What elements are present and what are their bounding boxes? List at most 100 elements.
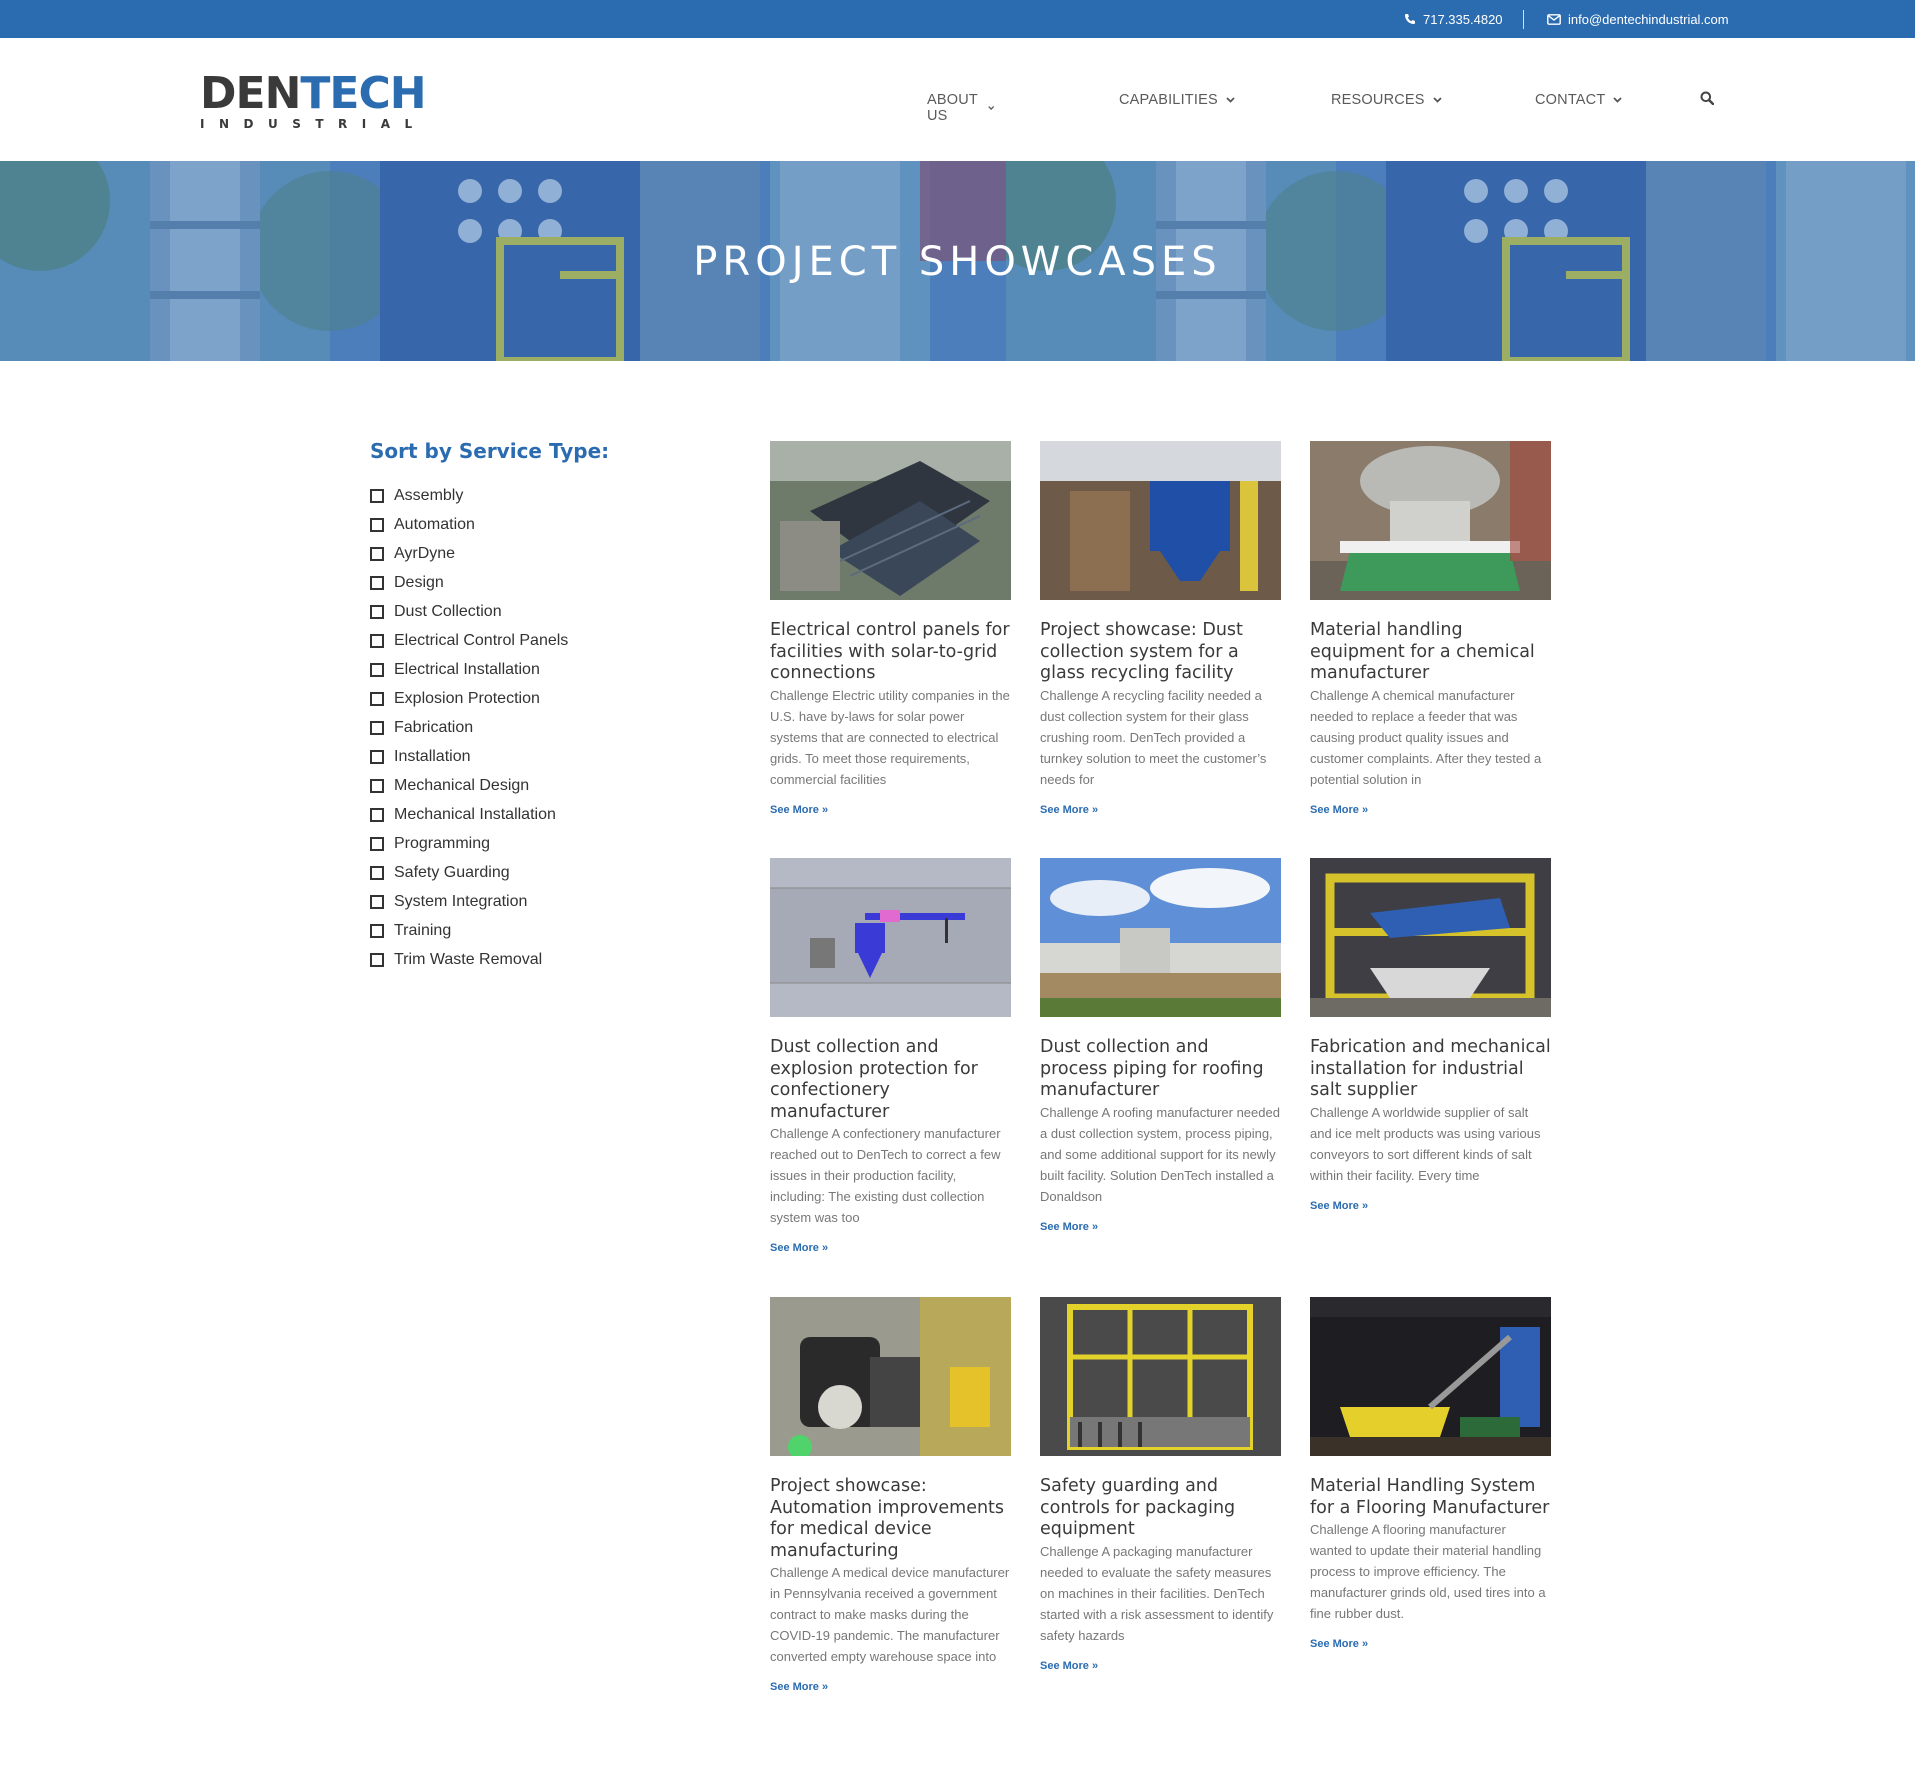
checkbox[interactable] [370,749,384,764]
checkbox[interactable] [370,691,384,706]
filter-option[interactable]: Installation [370,742,568,771]
filter-option[interactable]: Automation [370,510,568,539]
see-more-link[interactable]: See More » [1040,1221,1098,1233]
filter-option[interactable]: Trim Waste Removal [370,945,568,974]
checkbox[interactable] [370,952,384,967]
project-card: Dust collection and process piping for r… [1040,858,1281,1235]
filter-option[interactable]: Electrical Control Panels [370,626,568,655]
project-thumbnail[interactable] [1040,858,1281,1017]
email-link[interactable]: info@dentechindustrial.com [1547,0,1729,38]
top-bar: 717.335.4820 info@dentechindustrial.com [0,0,1915,38]
dentech-logo[interactable]: DENTECH INDUSTRIAL [200,72,427,132]
filter-option[interactable]: Dust Collection [370,597,568,626]
filter-option[interactable]: AyrDyne [370,539,568,568]
project-excerpt: Challenge A confectionery manufacturer r… [770,1126,1001,1225]
checkbox[interactable] [370,923,384,938]
search-icon [1700,91,1715,106]
filter-option[interactable]: Programming [370,829,568,858]
project-thumbnail[interactable] [770,858,1011,1017]
checkbox[interactable] [370,865,384,880]
project-card: Fabrication and mechanical installation … [1310,858,1551,1214]
project-excerpt: Challenge A medical device manufacturer … [770,1565,1010,1664]
project-title[interactable]: Dust collection and explosion protection… [770,1037,1011,1123]
nav-capabilities[interactable]: CAPABILITIES [1119,92,1235,108]
see-more-link[interactable]: See More » [1310,1638,1368,1650]
see-more-link[interactable]: See More » [1040,804,1098,816]
project-card: Dust collection and explosion protection… [770,858,1011,1256]
phone-number: 717.335.4820 [1423,11,1503,27]
project-thumbnail[interactable] [1040,1297,1281,1456]
checkbox[interactable] [370,488,384,503]
see-more-link[interactable]: See More » [770,1681,828,1693]
filter-option[interactable]: Design [370,568,568,597]
logo-subtitle: INDUSTRIAL [200,117,427,131]
project-title[interactable]: Dust collection and process piping for r… [1040,1037,1281,1102]
nav-resources[interactable]: RESOURCES [1331,92,1442,108]
page-title: PROJECT SHOWCASES [693,239,1222,285]
project-thumbnail[interactable] [770,1297,1011,1456]
project-title[interactable]: Project showcase: Dust collection system… [1040,620,1281,685]
filter-option[interactable]: Safety Guarding [370,858,568,887]
filter-option[interactable]: Explosion Protection [370,684,568,713]
filter-option[interactable]: Fabrication [370,713,568,742]
filter-option[interactable]: Electrical Installation [370,655,568,684]
project-title[interactable]: Material Handling System for a Flooring … [1310,1476,1551,1519]
checkbox[interactable] [370,662,384,677]
project-thumbnail[interactable] [1040,441,1281,600]
chevron-down-icon [988,106,995,110]
phone-icon [1405,14,1415,24]
search-button[interactable] [1700,91,1715,110]
see-more-link[interactable]: See More » [770,1242,828,1254]
filter-option[interactable]: Assembly [370,481,568,510]
service-type-filter: Assembly Automation AyrDyne Design Dust … [370,481,568,974]
project-thumbnail[interactable] [1310,858,1551,1017]
project-card: Project showcase: Automation improvement… [770,1297,1011,1695]
see-more-link[interactable]: See More » [1040,1660,1098,1672]
checkbox[interactable] [370,894,384,909]
project-card: Project showcase: Dust collection system… [1040,441,1281,818]
checkbox[interactable] [370,778,384,793]
filter-option[interactable]: Training [370,916,568,945]
see-more-link[interactable]: See More » [770,804,828,816]
checkbox[interactable] [370,575,384,590]
project-excerpt: Challenge A flooring manufacturer wanted… [1310,1522,1546,1621]
checkbox[interactable] [370,517,384,532]
project-card: Safety guarding and controls for packagi… [1040,1297,1281,1674]
see-more-link[interactable]: See More » [1310,804,1368,816]
project-title[interactable]: Fabrication and mechanical installation … [1310,1037,1551,1102]
project-excerpt: Challenge A packaging manufacturer neede… [1040,1543,1274,1643]
project-thumbnail[interactable] [1310,441,1551,600]
see-more-link[interactable]: See More » [1310,1200,1368,1212]
project-title[interactable]: Safety guarding and controls for packagi… [1040,1476,1281,1541]
project-excerpt: Challenge A worldwide supplier of salt a… [1310,1104,1541,1183]
project-card: Material handling equipment for a chemic… [1310,441,1551,818]
checkbox[interactable] [370,836,384,851]
phone-link[interactable]: 717.335.4820 [1404,0,1503,38]
hero-banner: PROJECT SHOWCASES [0,161,1915,361]
nav-contact[interactable]: CONTACT [1535,92,1623,108]
project-thumbnail[interactable] [770,441,1011,600]
checkbox[interactable] [370,604,384,619]
nav-about-us[interactable]: ABOUT US [927,92,995,124]
project-excerpt: Challenge Electric utility companies in … [770,687,1010,787]
divider [1523,10,1524,29]
envelope-icon [1547,13,1561,25]
filter-option[interactable]: System Integration [370,887,568,916]
email-address: info@dentechindustrial.com [1568,11,1729,27]
project-card: Electrical control panels for facilities… [770,441,1011,818]
filter-option[interactable]: Mechanical Design [370,771,568,800]
checkbox[interactable] [370,807,384,822]
chevron-down-icon [1226,97,1235,103]
project-title[interactable]: Material handling equipment for a chemic… [1310,620,1551,685]
project-excerpt: Challenge A roofing manufacturer needed … [1040,1104,1280,1204]
checkbox[interactable] [370,546,384,561]
project-title[interactable]: Project showcase: Automation improvement… [770,1476,1011,1562]
checkbox[interactable] [370,720,384,735]
project-title[interactable]: Electrical control panels for facilities… [770,620,1011,685]
project-excerpt: Challenge A chemical manufacturer needed… [1310,687,1542,787]
chevron-down-icon [1613,97,1623,103]
project-thumbnail[interactable] [1310,1297,1551,1456]
filter-option[interactable]: Mechanical Installation [370,800,568,829]
checkbox[interactable] [370,633,384,648]
filter-heading: Sort by Service Type: [370,439,610,463]
